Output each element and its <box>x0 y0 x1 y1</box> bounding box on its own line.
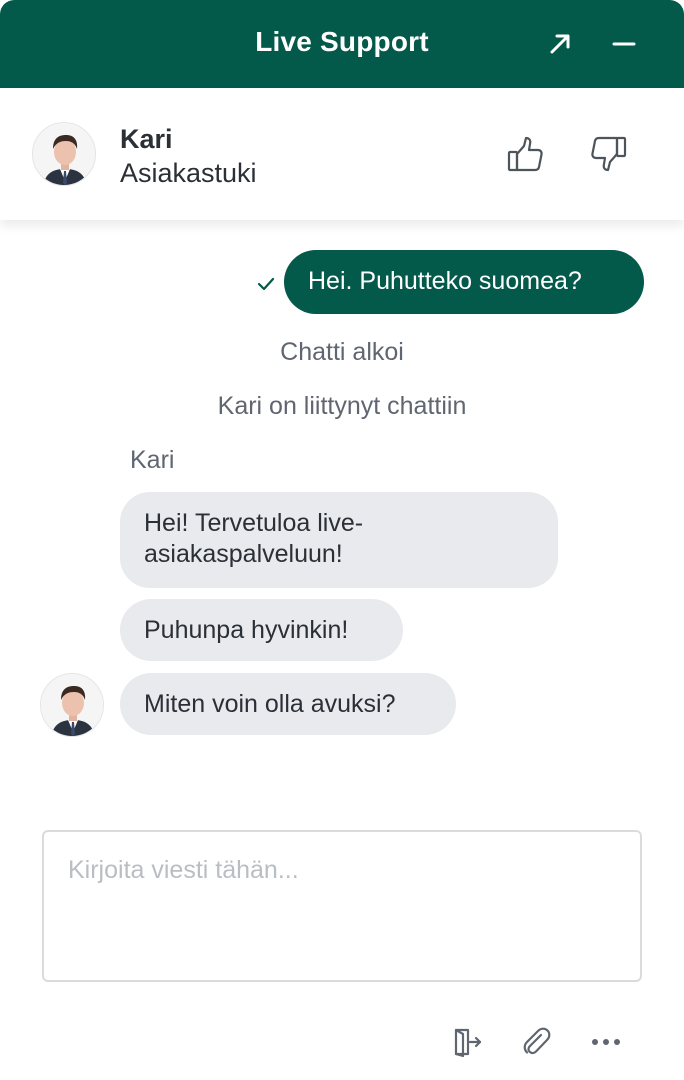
exit-chat-button[interactable] <box>446 1022 486 1062</box>
more-options-icon <box>592 1039 620 1045</box>
more-options-button[interactable] <box>586 1022 626 1062</box>
agent-name: Kari <box>120 124 173 154</box>
minimize-icon <box>612 42 636 46</box>
message-input[interactable] <box>42 830 642 982</box>
expand-arrow-icon <box>550 34 570 54</box>
message-sender-name: Kari <box>130 446 175 474</box>
exit-chat-icon <box>454 1028 482 1058</box>
incoming-message: Miten voin olla avuksi? <box>120 673 456 735</box>
agent-avatar <box>32 122 96 186</box>
outgoing-message: Hei. Puhutteko suomea? <box>284 250 644 314</box>
paperclip-icon <box>523 1027 551 1055</box>
agent-avatar <box>40 673 104 737</box>
header-title: Live Support <box>255 26 429 57</box>
thumbs-up-icon <box>507 136 543 172</box>
thumbs-up-button[interactable] <box>503 132 547 176</box>
minimize-button[interactable] <box>604 24 644 64</box>
system-message-chat-started: Chatti alkoi <box>280 338 404 366</box>
header-bar: Live Support <box>0 0 684 88</box>
thumbs-down-icon <box>591 136 627 172</box>
thumbs-down-button[interactable] <box>587 132 631 176</box>
system-message-agent-joined: Kari on liittynyt chattiin <box>217 392 467 420</box>
incoming-message: Hei! Tervetuloa live-asiakaspalveluun! <box>120 492 558 588</box>
agent-info-bar: Kari Asiakastuki <box>0 88 684 220</box>
agent-role: Asiakastuki <box>120 158 257 188</box>
check-icon <box>257 277 275 291</box>
chat-widget: Live Support Kari Asiakastuki Hei. Puhut… <box>0 0 684 1080</box>
attach-button[interactable] <box>516 1022 556 1062</box>
expand-button[interactable] <box>540 24 580 64</box>
incoming-message: Puhunpa hyvinkin! <box>120 599 403 661</box>
